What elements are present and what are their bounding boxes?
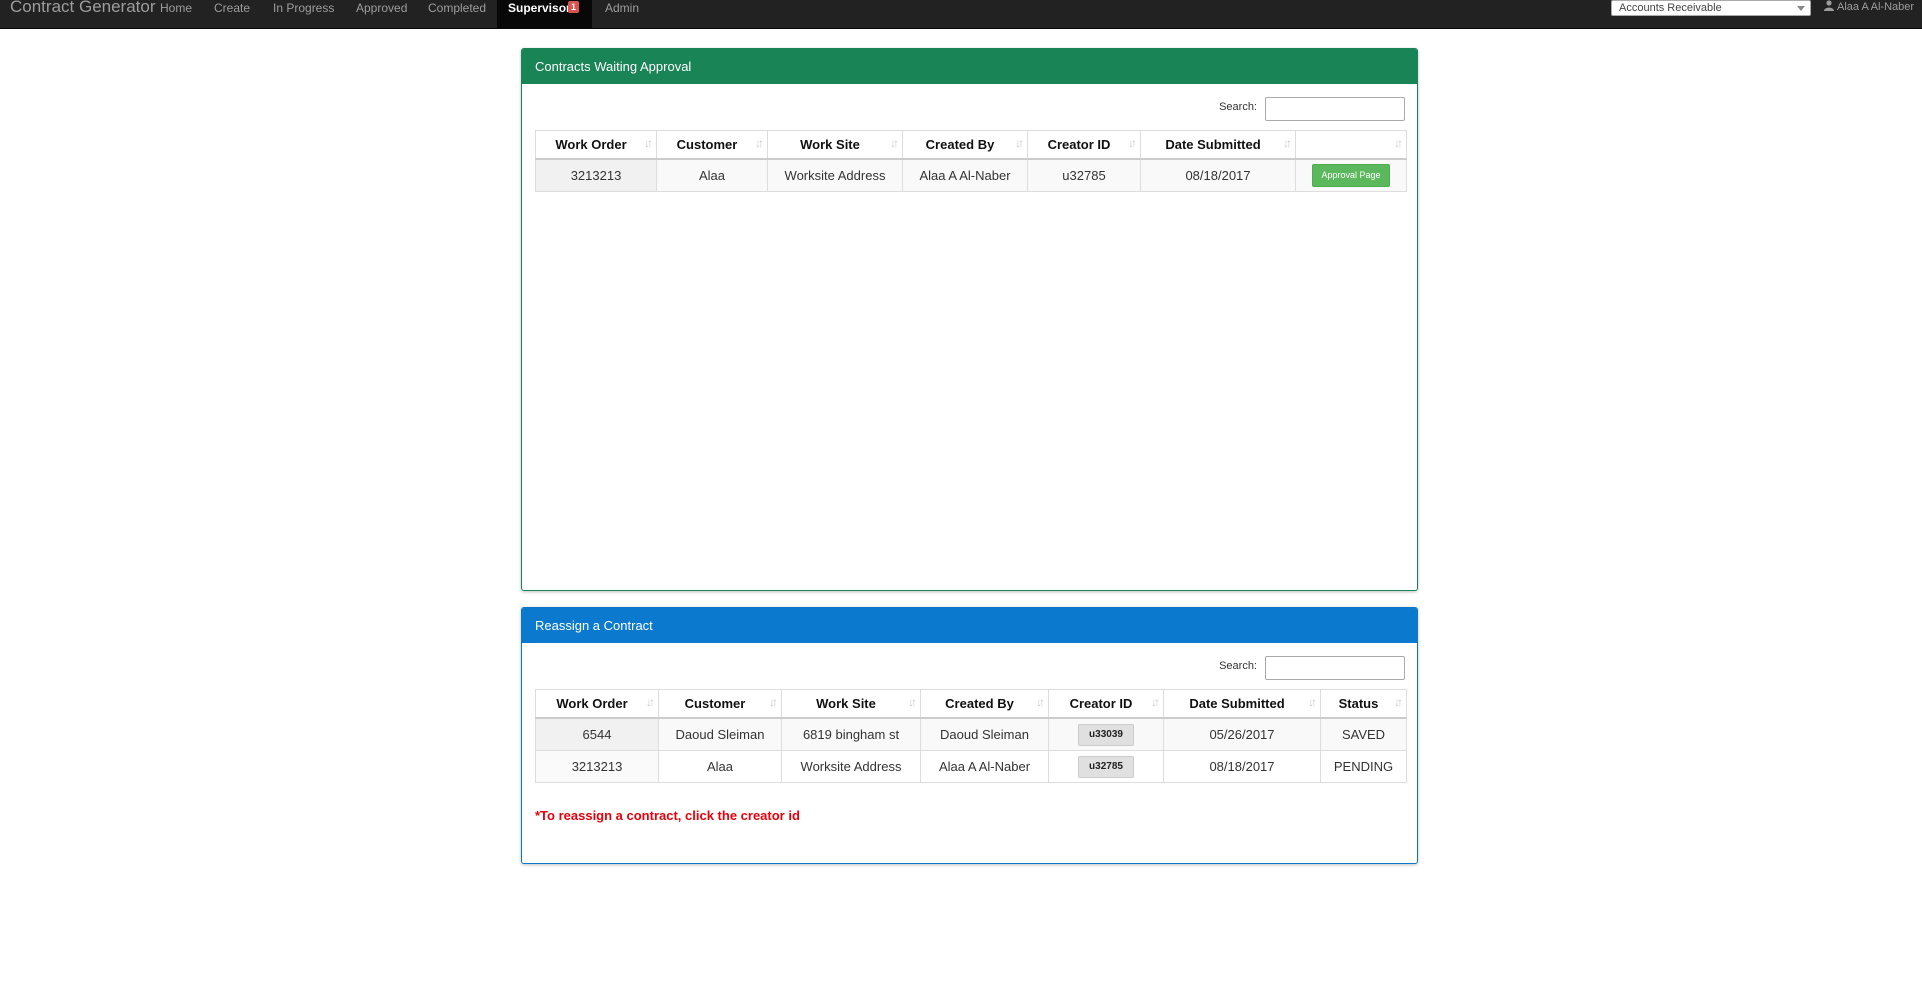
sort-icon: ↓↑: [644, 136, 653, 150]
nav-in-progress-label: In Progress: [273, 1, 335, 15]
department-select-value: Accounts Receivable: [1619, 2, 1722, 14]
approval-panel-title: Contracts Waiting Approval: [522, 49, 1417, 84]
reassign-panel-title: Reassign a Contract: [522, 608, 1417, 643]
col-header-action[interactable]: ↓↑: [1295, 130, 1407, 160]
cell-work-site: Worksite Address: [767, 158, 903, 192]
cell-action: Approval Page: [1295, 158, 1407, 192]
cell-work-site: Worksite Address: [781, 750, 921, 783]
cell-work-order: 3213213: [535, 750, 659, 783]
sort-icon: ↓↑: [1036, 695, 1045, 709]
col-header-creator-id[interactable]: Creator ID ↓↑: [1027, 130, 1141, 160]
sort-icon: ↓↑: [1128, 136, 1137, 150]
sort-icon: ↓↑: [1283, 136, 1292, 150]
user-name: Alaa A Al-Naber: [1837, 1, 1915, 13]
table-header-row: Work Order ↓↑ Customer ↓↑ Work Site ↓↑ Crea…: [535, 130, 1407, 160]
cell-created-by: Alaa A Al-Naber: [920, 750, 1049, 783]
cell-work-site: 6819 bingham st: [781, 717, 921, 751]
table-row: 6544 Daoud Sleiman 6819 bingham st Daoud…: [535, 717, 1407, 751]
cell-status: SAVED: [1320, 717, 1407, 751]
cell-work-order: 3213213: [535, 158, 657, 192]
nav-approved-label: Approved: [356, 1, 408, 15]
approval-search-label: Search:: [1219, 101, 1257, 113]
sort-icon: ↓↑: [1151, 695, 1160, 709]
cell-work-order: 6544: [535, 717, 659, 751]
user-icon: [1824, 0, 1834, 11]
sort-icon: ↓↑: [1308, 695, 1317, 709]
cell-creator-id: u32785: [1048, 750, 1164, 783]
nav-completed[interactable]: Completed: [419, 0, 494, 28]
col-header-status[interactable]: Status ↓↑: [1320, 689, 1407, 719]
cell-customer: Alaa: [658, 750, 782, 783]
cell-date-submitted: 08/18/2017: [1163, 750, 1321, 783]
nav-completed-label: Completed: [428, 1, 487, 15]
nav-home[interactable]: Home: [150, 0, 200, 28]
cell-date-submitted: 05/26/2017: [1163, 717, 1321, 751]
sort-icon: ↓↑: [646, 695, 655, 709]
sort-icon: ↓↑: [1015, 136, 1024, 150]
col-header-work-order[interactable]: Work Order ↓↑: [535, 689, 659, 719]
cell-customer: Daoud Sleiman: [658, 717, 782, 751]
sort-icon: ↓↑: [890, 136, 899, 150]
col-header-customer[interactable]: Customer ↓↑: [658, 689, 782, 719]
sort-icon: ↓↑: [1394, 695, 1403, 709]
nav-admin-label: Admin: [605, 1, 640, 15]
user-menu[interactable]: Alaa A Al-Naber: [1824, 0, 1914, 14]
col-header-date-submitted[interactable]: Date Submitted ↓↑: [1140, 130, 1296, 160]
cell-status: PENDING: [1320, 750, 1407, 783]
creator-id-button[interactable]: u33039: [1078, 723, 1134, 746]
nav-create[interactable]: Create: [205, 0, 255, 28]
approval-table: Work Order ↓↑ Customer ↓↑ Work Site ↓↑ Crea…: [535, 130, 1407, 192]
reassign-search-label: Search:: [1219, 660, 1257, 672]
brand-link[interactable]: Contract Generator: [10, 0, 156, 17]
sort-icon: ↓↑: [755, 136, 764, 150]
reassign-instruction-note: *To reassign a contract, click the creat…: [535, 808, 800, 823]
cell-creator-id: u33039: [1048, 717, 1164, 751]
reassign-search-input[interactable]: [1265, 656, 1405, 680]
chevron-down-icon: [1797, 6, 1805, 11]
sort-icon: ↓↑: [1394, 136, 1403, 150]
table-row: 3213213 Alaa Worksite Address Alaa A Al-…: [535, 158, 1407, 192]
col-header-created-by[interactable]: Created By ↓↑: [920, 689, 1049, 719]
nav-create-label: Create: [214, 1, 251, 15]
col-header-work-order[interactable]: Work Order ↓↑: [535, 130, 657, 160]
supervisor-count-badge: 1: [568, 1, 580, 13]
cell-created-by: Daoud Sleiman: [920, 717, 1049, 751]
col-header-customer[interactable]: Customer ↓↑: [656, 130, 768, 160]
nav-approved[interactable]: Approved: [347, 0, 415, 28]
cell-date-submitted: 08/18/2017: [1140, 158, 1296, 192]
nav-home-label: Home: [160, 1, 193, 15]
sort-icon: ↓↑: [908, 695, 917, 709]
table-row: 3213213 Alaa Worksite Address Alaa A Al-…: [535, 750, 1407, 783]
creator-id-button[interactable]: u32785: [1078, 755, 1134, 778]
department-select[interactable]: Accounts Receivable: [1611, 0, 1811, 16]
nav-admin[interactable]: Admin: [595, 0, 650, 28]
approval-panel: Contracts Waiting Approval Search: Work …: [521, 48, 1418, 591]
col-header-created-by[interactable]: Created By ↓↑: [902, 130, 1028, 160]
table-header-row: Work Order ↓↑ Customer ↓↑ Work Site ↓↑ Crea…: [535, 689, 1407, 719]
nav-supervisor-label: Supervisor: [508, 1, 571, 15]
cell-customer: Alaa: [656, 158, 768, 192]
nav-supervisor[interactable]: Supervisor 1: [497, 0, 592, 28]
top-navbar: Contract Generator Home Create In Progre…: [0, 0, 1922, 29]
approval-search-input[interactable]: [1265, 97, 1405, 121]
cell-creator-id: u32785: [1027, 158, 1141, 192]
col-header-creator-id[interactable]: Creator ID ↓↑: [1048, 689, 1164, 719]
cell-created-by: Alaa A Al-Naber: [902, 158, 1028, 192]
reassign-panel: Reassign a Contract Search: Work Order ↓↑…: [521, 607, 1418, 864]
nav-in-progress[interactable]: In Progress: [263, 0, 343, 28]
approval-page-button[interactable]: Approval Page: [1312, 164, 1390, 187]
sort-icon: ↓↑: [769, 695, 778, 709]
col-header-work-site[interactable]: Work Site ↓↑: [767, 130, 903, 160]
reassign-table: Work Order ↓↑ Customer ↓↑ Work Site ↓↑ Crea…: [535, 689, 1407, 783]
col-header-date-submitted[interactable]: Date Submitted ↓↑: [1163, 689, 1321, 719]
col-header-work-site[interactable]: Work Site ↓↑: [781, 689, 921, 719]
